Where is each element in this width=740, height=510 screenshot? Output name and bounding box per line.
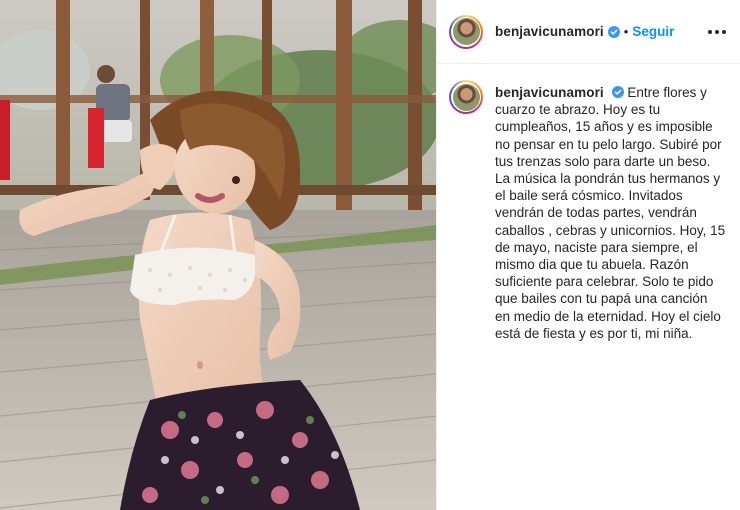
- avatar-image: [452, 83, 480, 111]
- post-photo-image: [0, 0, 436, 510]
- caption-username-link[interactable]: benjavicunamori: [495, 85, 604, 100]
- post-side-panel: benjavicunamori • Seguir benjavicunamori: [436, 0, 740, 510]
- username-link[interactable]: benjavicunamori: [495, 24, 604, 39]
- more-options-icon[interactable]: [708, 29, 726, 34]
- follow-button[interactable]: Seguir: [632, 24, 674, 39]
- avatar-image: [452, 18, 480, 45]
- caption: benjavicunamori Entre flores y cuarzo te…: [437, 64, 740, 342]
- avatar[interactable]: [449, 14, 483, 49]
- caption-body: benjavicunamori Entre flores y cuarzo te…: [495, 84, 726, 342]
- verified-badge-icon: [607, 25, 620, 38]
- caption-avatar[interactable]: [449, 80, 483, 114]
- separator-dot: •: [623, 24, 629, 39]
- post-header: benjavicunamori • Seguir: [437, 0, 740, 64]
- caption-text: Entre flores y cuarzo te abrazo. Hoy es …: [495, 85, 726, 341]
- verified-badge-icon: [611, 86, 624, 98]
- instagram-post: benjavicunamori • Seguir benjavicunamori: [0, 0, 740, 510]
- post-photo[interactable]: [0, 0, 436, 510]
